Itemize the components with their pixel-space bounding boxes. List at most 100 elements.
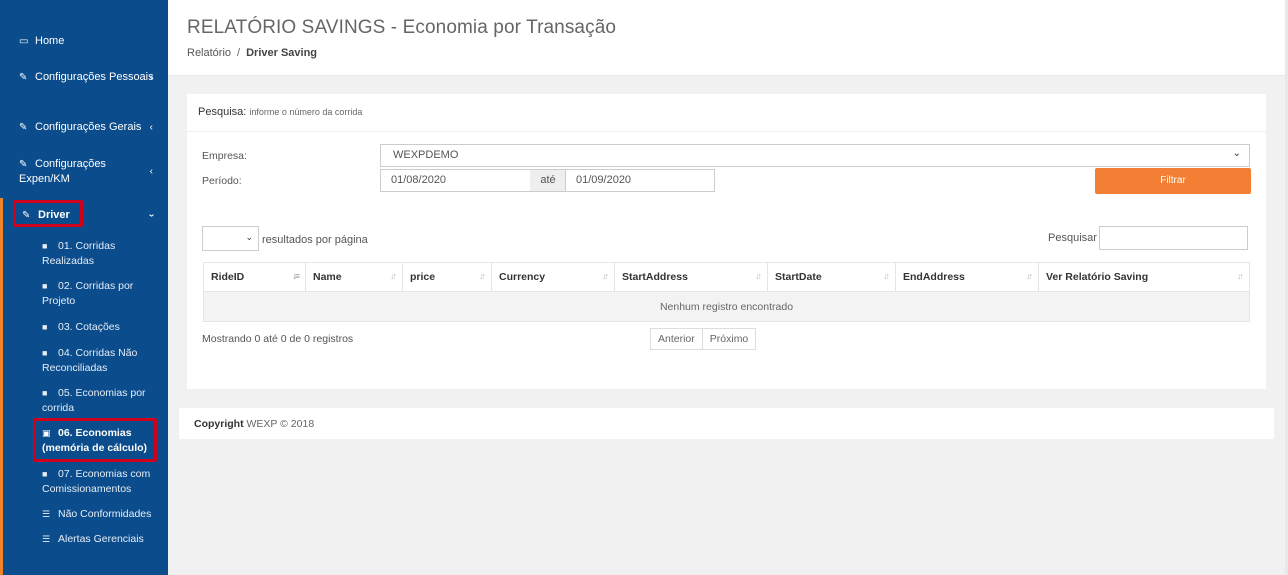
sidebar-subitem-label: 07. Economias com Comissionamentos <box>42 468 151 495</box>
sidebar-item-config-pessoais[interactable]: ✎ Configurações Pessoais ‹ <box>19 70 159 85</box>
date-from-input[interactable]: 01/08/2020 <box>380 169 531 192</box>
col-name[interactable]: Name ↓↑ <box>305 262 403 292</box>
sidebar-item-label: Home <box>35 35 65 47</box>
chevron-down-icon: ‹ <box>145 213 157 217</box>
list-icon: ☰ <box>42 534 51 544</box>
filter-button[interactable]: Filtrar <box>1095 168 1251 194</box>
page-header: RELATÓRIO SAVINGS - Economia por Transaç… <box>168 0 1288 76</box>
col-startaddress[interactable]: StartAddress ↓↑ <box>614 262 768 292</box>
periodo-label: Período: <box>202 175 242 187</box>
table-info: Mostrando 0 até 0 de 0 registros <box>202 333 354 345</box>
edit-icon: ✎ <box>19 122 28 133</box>
col-currency[interactable]: Currency ↓↑ <box>491 262 615 292</box>
copyright-text: WEXP © 2018 <box>246 418 315 430</box>
sidebar-subitem-04[interactable]: ■ 04. Corridas Não Reconciliadas <box>42 346 162 376</box>
next-page-button[interactable]: Próximo <box>701 329 756 349</box>
sidebar-item-label: Driver <box>38 209 70 221</box>
footer: Copyright WEXP © 2018 <box>179 408 1274 439</box>
sidebar-subitem-05[interactable]: ■ 05. Economias por corrida <box>42 386 162 416</box>
sort-icon: ↓↑ <box>390 271 397 281</box>
edit-icon: ✎ <box>22 210 31 221</box>
sort-icon: ↓↑ <box>1237 271 1244 281</box>
sidebar-subitem-03[interactable]: ■ 03. Cotações <box>42 320 162 335</box>
col-endaddress[interactable]: EndAddress ↓↑ <box>895 262 1039 292</box>
sidebar-subitem-label: Não Conformidades <box>58 508 152 520</box>
prev-page-button[interactable]: Anterior <box>651 329 702 349</box>
pagination: Anterior Próximo <box>650 328 757 350</box>
sidebar-subitem-label: 05. Economias por corrida <box>42 387 146 414</box>
sidebar-subitem-label: 02. Corridas por Projeto <box>42 280 134 307</box>
results-table: RideID ↓≡ Name ↓↑ price ↓↑ Currency ↓↑ Start… <box>203 262 1250 322</box>
breadcrumb-separator: / <box>237 47 241 59</box>
edit-icon: ✎ <box>19 72 28 83</box>
file-icon: ■ <box>42 322 48 332</box>
chevron-down-icon: ⌄ <box>245 232 253 242</box>
column-header-label: RideID <box>211 271 245 283</box>
sort-icon: ↓↑ <box>755 271 762 281</box>
report-card: Pesquisa: informe o número da corrida Em… <box>187 94 1266 389</box>
sidebar-subitem-nao-conformidades[interactable]: ☰ Não Conformidades <box>42 507 162 522</box>
empresa-select[interactable]: WEXPDEMO ⌄ <box>380 144 1250 167</box>
col-price[interactable]: price ↓↑ <box>402 262 492 292</box>
sidebar-subitem-label: 03. Cotações <box>58 321 120 333</box>
empresa-label: Empresa: <box>202 150 247 162</box>
column-header-label: Currency <box>499 271 546 283</box>
edit-icon: ✎ <box>19 159 28 170</box>
sort-icon: ↓↑ <box>1026 271 1033 281</box>
sidebar-subitem-06[interactable]: ▣ 06. Economias (memória de cálculo) <box>42 426 154 456</box>
sidebar-subitem-alertas[interactable]: ☰ Alertas Gerenciais <box>42 532 162 547</box>
empresa-value: WEXPDEMO <box>393 149 459 161</box>
monitor-icon: ▭ <box>19 36 29 47</box>
sidebar-item-config-gerais[interactable]: ✎ Configurações Gerais ‹ <box>19 120 159 135</box>
breadcrumb-root[interactable]: Relatório <box>187 47 231 59</box>
column-header-label: EndAddress <box>903 271 965 283</box>
sidebar-subitem-label: 06. Economias (memória de cálculo) <box>42 427 148 454</box>
sidebar-subitem-label: 04. Corridas Não Reconciliadas <box>42 347 138 374</box>
chevron-down-icon: ⌄ <box>1232 148 1241 159</box>
card-header: Pesquisa: informe o número da corrida <box>187 94 1266 132</box>
column-header-label: price <box>410 271 436 283</box>
sidebar-item-label: Configurações Gerais <box>35 121 142 133</box>
sidebar: ▭ Home ✎ Configurações Pessoais ‹ ✎ Configu… <box>0 0 168 575</box>
sort-icon: ↓↑ <box>602 271 609 281</box>
table-row: Nenhum registro encontrado <box>203 291 1250 322</box>
breadcrumb-current: Driver Saving <box>246 47 318 59</box>
chevron-left-icon: ‹ <box>149 71 153 83</box>
sort-asc-icon: ↓≡ <box>292 271 300 281</box>
file-icon: ■ <box>42 348 48 358</box>
sidebar-item-home[interactable]: ▭ Home <box>19 34 159 49</box>
sidebar-item-label: Configurações Expen/KM <box>19 158 106 185</box>
chevron-left-icon: ‹ <box>149 166 153 177</box>
col-rideid[interactable]: RideID ↓≡ <box>203 262 306 292</box>
search-panel-title: Pesquisa: informe o número da corrida <box>198 106 362 118</box>
search-panel-hint: informe o número da corrida <box>249 107 363 117</box>
file-icon: ■ <box>42 281 48 291</box>
list-icon: ☰ <box>42 509 51 519</box>
sidebar-item-driver[interactable]: ✎ Driver ‹ <box>22 208 162 223</box>
table-search-label: Pesquisar <box>1048 232 1097 244</box>
file-icon: ■ <box>42 388 48 398</box>
col-ver-relatorio[interactable]: Ver Relatório Saving ↓↑ <box>1038 262 1250 292</box>
sidebar-item-label: Configurações Pessoais <box>35 71 154 83</box>
date-to-input[interactable]: 01/09/2020 <box>565 169 715 192</box>
sidebar-subitem-label: Alertas Gerenciais <box>58 533 144 545</box>
sidebar-subitem-02[interactable]: ■ 02. Corridas por Projeto <box>42 279 162 309</box>
sidebar-subitem-07[interactable]: ■ 07. Economias com Comissionamentos <box>42 467 162 497</box>
sort-icon: ↓↑ <box>479 271 486 281</box>
ate-addon: até <box>530 169 566 192</box>
page-length-label: resultados por página <box>262 234 368 246</box>
column-header-label: StartDate <box>775 271 822 283</box>
money-icon: ▣ <box>42 428 51 438</box>
table-search-input[interactable] <box>1099 226 1248 250</box>
page-length-select[interactable]: ⌄ <box>202 226 259 251</box>
sidebar-subitem-01[interactable]: ■ 01. Corridas Realizadas <box>42 239 162 269</box>
file-icon: ■ <box>42 241 48 251</box>
col-startdate[interactable]: StartDate ↓↑ <box>767 262 896 292</box>
empty-message: Nenhum registro encontrado <box>203 291 1250 322</box>
chevron-left-icon: ‹ <box>149 121 153 133</box>
column-header-label: Ver Relatório Saving <box>1046 271 1149 283</box>
sidebar-item-config-expen[interactable]: ✎ Configurações Expen/KM ‹ <box>19 157 159 187</box>
page-title: RELATÓRIO SAVINGS - Economia por Transaç… <box>187 17 617 38</box>
copyright-label: Copyright <box>194 418 244 430</box>
column-header-label: Name <box>313 271 342 283</box>
